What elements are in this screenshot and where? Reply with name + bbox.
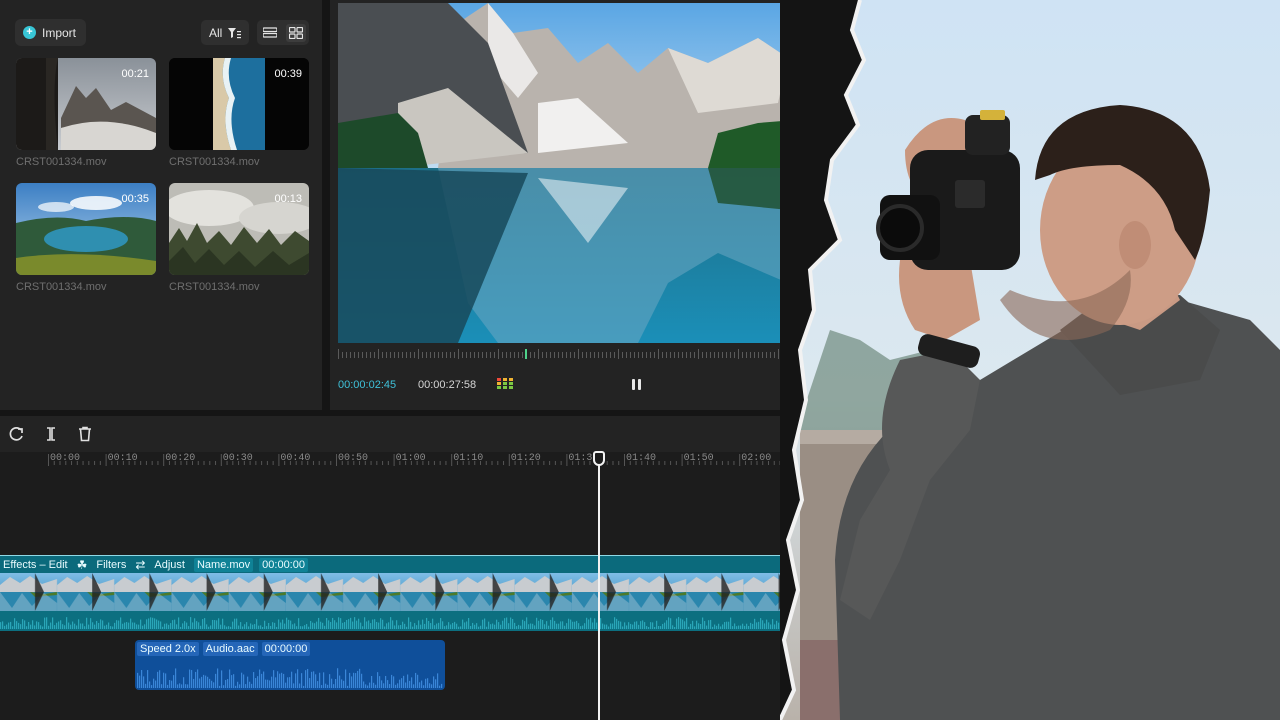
- photographer-photo: [780, 0, 1280, 720]
- media-duration: 00:21: [121, 68, 149, 80]
- adjust-chip[interactable]: Adjust: [151, 558, 188, 572]
- ruler-tick-label: 01:50: [683, 453, 714, 464]
- media-duration: 00:13: [274, 193, 302, 205]
- audio-level-icon[interactable]: [497, 378, 513, 392]
- video-clip[interactable]: [0, 573, 800, 631]
- media-thumbnail: 00:13: [169, 183, 309, 275]
- import-label: Import: [42, 25, 77, 40]
- playhead[interactable]: [598, 452, 600, 720]
- ruler-tick-label: 00:00: [50, 453, 81, 464]
- video-clip-header[interactable]: Effects – Edit ☘ Filters ⇄ Adjust Name.m…: [0, 555, 800, 573]
- media-item[interactable]: 00:13 CRST001334.mov: [169, 183, 309, 293]
- ruler-tick-label: 01:40: [626, 453, 657, 464]
- audio-clip[interactable]: Speed 2.0x Audio.aac 00:00:00: [135, 640, 445, 690]
- current-time: 00:00:02:45: [338, 379, 397, 391]
- filters-chip[interactable]: Filters: [93, 558, 129, 572]
- filter-icon: [228, 27, 242, 38]
- media-item[interactable]: 00:35 CRST001334.mov: [16, 183, 156, 293]
- pause-icon: [632, 379, 635, 390]
- pause-button[interactable]: [632, 379, 644, 391]
- media-duration: 00:35: [121, 193, 149, 205]
- media-item[interactable]: 00:39 CRST001334.mov: [169, 58, 309, 168]
- ruler-tick-label: 01:10: [453, 453, 484, 464]
- grid-view-button[interactable]: [286, 23, 306, 42]
- preview-scrubber[interactable]: [338, 348, 810, 360]
- media-name: CRST001334.mov: [169, 281, 260, 293]
- filter-button[interactable]: All: [201, 20, 250, 45]
- ruler-tick-label: 01:00: [395, 453, 426, 464]
- video-clip-name: Name.mov: [193, 557, 254, 572]
- ruler-tick-label: 00:20: [165, 453, 196, 464]
- media-thumbnail: 00:21: [16, 58, 156, 150]
- ruler-tick-label: 00:30: [222, 453, 253, 464]
- grid-view-icon: [289, 26, 303, 39]
- adjust-icon: ⇄: [135, 557, 146, 572]
- timeline-panel: 00:00 00:10 00:20 00:30 00:40 00:50 01:00 01:10…: [0, 416, 810, 720]
- playhead-handle[interactable]: [593, 451, 605, 466]
- ruler-tick-label: 00:50: [338, 453, 369, 464]
- media-duration: 00:39: [274, 68, 302, 80]
- effects-chip[interactable]: Effects – Edit: [0, 558, 71, 572]
- media-thumbnail: 00:39: [169, 58, 309, 150]
- ruler-tick-label: 01:20: [510, 453, 541, 464]
- delete-icon[interactable]: [77, 426, 93, 442]
- media-name: CRST001334.mov: [16, 281, 107, 293]
- total-time: 00:00:27:58: [418, 379, 477, 391]
- media-panel: + Import All 00:21 CRST001334.mov 00:39 …: [0, 0, 322, 410]
- timeline-toolbar: [0, 416, 810, 452]
- media-thumbnail: 00:35: [16, 183, 156, 275]
- list-view-icon: [263, 27, 277, 38]
- ruler-tick-label: 00:40: [280, 453, 311, 464]
- media-name: CRST001334.mov: [16, 156, 107, 168]
- video-clip-time: 00:00:00: [259, 557, 308, 572]
- ruler-tick-label: 02:00: [741, 453, 772, 464]
- ruler-tick-label: 00:10: [107, 453, 138, 464]
- preview-video[interactable]: [338, 3, 820, 343]
- redo-icon[interactable]: [9, 426, 25, 442]
- preview-panel: 00:00:02:45 00:00:27:58: [330, 0, 820, 410]
- media-name: CRST001334.mov: [169, 156, 260, 168]
- filter-label: All: [209, 25, 223, 40]
- split-icon[interactable]: [43, 426, 59, 442]
- view-toggle: [257, 20, 309, 45]
- list-view-button[interactable]: [260, 24, 280, 42]
- scrubber-position[interactable]: [525, 349, 527, 359]
- filters-icon: ☘: [76, 557, 88, 572]
- media-item[interactable]: 00:21 CRST001334.mov: [16, 58, 156, 168]
- import-button[interactable]: + Import: [15, 19, 87, 46]
- plus-icon: +: [23, 26, 36, 39]
